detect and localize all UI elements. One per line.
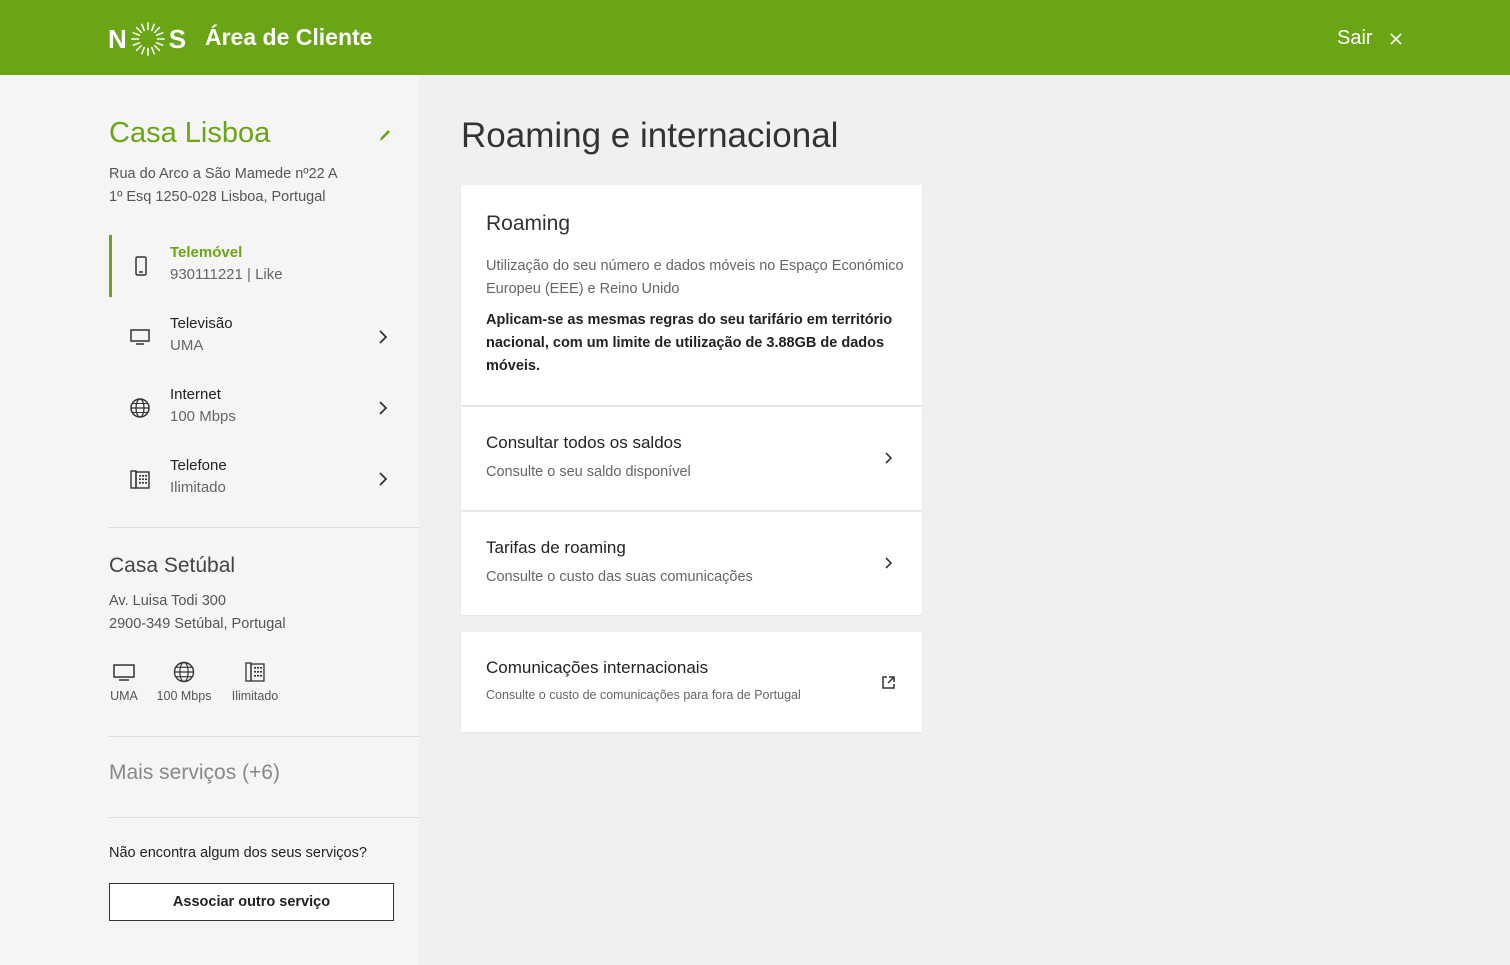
service-detail: Ilimitado <box>170 479 226 496</box>
secondary-address-line1: Av. Luisa Todi 300 <box>109 593 226 609</box>
service-detail: 100 Mbps <box>170 408 236 425</box>
secondary-service-label: Ilimitado <box>231 689 279 703</box>
roaming-info-card: Roaming Utilização do seu número e dados… <box>461 185 922 405</box>
mobile-icon <box>135 256 147 276</box>
logo-letter-n: N <box>108 23 127 54</box>
card-link-subtitle: Consulte o seu saldo disponível <box>486 464 691 480</box>
nos-logo[interactable]: N S <box>108 18 186 60</box>
card-link-title: Tarifas de roaming <box>486 538 626 557</box>
account-address-line2: 1º Esq 1250-028 Lisboa, Portugal <box>109 189 326 205</box>
service-item-telefone[interactable]: Telefone Ilimitado <box>109 448 399 510</box>
international-link-card[interactable]: Comunicações internacionais Consulte o c… <box>461 632 922 732</box>
service-name: Telefone <box>170 457 227 474</box>
logout-label: Sair <box>1337 27 1373 49</box>
roaming-card-title: Roaming <box>486 212 571 235</box>
missing-services-question: Não encontra algum dos seus serviços? <box>109 845 367 861</box>
service-name: Televisão <box>170 315 233 332</box>
chevron-right-icon <box>379 330 388 344</box>
service-detail: UMA <box>170 337 204 354</box>
roaming-card-highlight: Aplicam-se as mesmas regras do seu tarif… <box>486 312 893 374</box>
service-item-telemovel[interactable]: Telemóvel 930111221 | Like <box>109 235 399 297</box>
divider <box>109 817 419 818</box>
chevron-right-icon <box>885 452 893 464</box>
sidebar: Casa Lisboa Rua do Arco a São Mamede nº2… <box>0 75 419 965</box>
divider <box>109 736 419 737</box>
roaming-rates-link-card[interactable]: Tarifas de roaming Consulte o custo das … <box>461 512 922 615</box>
service-name: Internet <box>170 386 221 403</box>
secondary-service-label: UMA <box>110 689 138 703</box>
secondary-service-internet[interactable]: 100 Mbps <box>154 661 214 703</box>
roaming-card-description: Utilização do seu número e dados móveis … <box>486 258 904 297</box>
service-item-internet[interactable]: Internet 100 Mbps <box>109 377 399 439</box>
chevron-right-icon <box>885 557 893 569</box>
account-title[interactable]: Casa Lisboa <box>109 117 270 150</box>
landline-phone-icon <box>130 470 150 489</box>
globe-icon <box>130 398 150 418</box>
app-title: Área de Cliente <box>205 24 373 50</box>
logo-letter-s: S <box>168 23 187 54</box>
card-link-subtitle: Consulte o custo das suas comunicações <box>486 569 753 585</box>
top-bar: N S Área de Cliente Sair <box>0 0 1510 75</box>
close-icon <box>1390 32 1402 45</box>
card-link-subtitle: Consulte o custo de comunicações para fo… <box>486 688 801 702</box>
balances-link-card[interactable]: Consultar todos os saldos Consulte o seu… <box>461 407 922 510</box>
divider <box>109 527 419 528</box>
secondary-service-tv[interactable]: UMA <box>109 661 139 703</box>
secondary-service-phone[interactable]: Ilimitado <box>228 661 282 703</box>
account-address-line1: Rua do Arco a São Mamede nº22 A <box>109 166 338 182</box>
page-title: Roaming e internacional <box>461 116 839 155</box>
globe-icon <box>173 661 195 683</box>
service-detail: 930111221 | Like <box>170 266 283 283</box>
service-name: Telemóvel <box>170 244 243 261</box>
secondary-service-label: 100 Mbps <box>156 689 212 703</box>
associate-service-button[interactable]: Associar outro serviço <box>109 883 394 921</box>
service-item-televisao[interactable]: Televisão UMA <box>109 306 399 368</box>
card-link-title: Comunicações internacionais <box>486 658 709 677</box>
chevron-right-icon <box>379 472 388 486</box>
logout-button[interactable]: Sair <box>1337 27 1403 50</box>
more-services-link[interactable]: Mais serviços (+6) <box>109 761 280 785</box>
tv-icon <box>113 664 135 681</box>
secondary-address-line2: 2900-349 Setúbal, Portugal <box>109 616 286 632</box>
landline-phone-icon <box>245 662 265 682</box>
logo-sun-icon <box>130 22 165 56</box>
card-link-title: Consultar todos os saldos <box>486 433 682 452</box>
tv-icon <box>130 329 150 345</box>
edit-pencil-icon[interactable] <box>377 127 393 143</box>
secondary-account-title[interactable]: Casa Setúbal <box>109 554 235 578</box>
external-link-icon <box>882 676 895 689</box>
chevron-right-icon <box>379 401 388 415</box>
